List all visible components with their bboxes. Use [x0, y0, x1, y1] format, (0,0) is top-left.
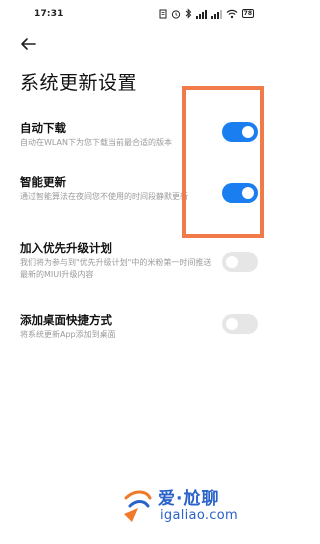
setting-title: 添加桌面快捷方式: [20, 313, 112, 327]
setting-row-priority-upgrade[interactable]: 加入优先升级计划 我们将为参与到"优先升级计划"中的米粉第一时间推送最新的MIU…: [0, 236, 272, 284]
bluetooth-icon: [185, 4, 192, 23]
setting-title: 智能更新: [20, 175, 66, 189]
status-time: 17:31: [34, 9, 64, 19]
signal-icon: [210, 4, 222, 23]
back-arrow-icon[interactable]: [18, 36, 38, 52]
watermark-text: 爱·尬聊: [158, 489, 220, 509]
wifi-icon: [226, 4, 238, 23]
notification-icon: [159, 4, 167, 23]
watermark-url: igaliao.com: [160, 508, 238, 523]
desktop-shortcut-toggle[interactable]: [222, 314, 258, 334]
highlight-box: [182, 86, 264, 238]
page-title: 系统更新设置: [20, 72, 138, 94]
status-bar: 17:31 78: [0, 0, 272, 28]
alarm-icon: [171, 4, 181, 23]
signal-icon: [195, 4, 207, 23]
watermark: 爱·尬聊 igaliao.com: [120, 478, 270, 534]
setting-title: 自动下载: [20, 121, 66, 135]
battery-icon: 78: [241, 8, 254, 18]
setting-description: 将系统更新App添加到桌面: [20, 330, 116, 339]
setting-title: 加入优先升级计划: [20, 241, 112, 255]
priority-upgrade-toggle[interactable]: [222, 252, 258, 272]
toggle-knob: [226, 318, 238, 330]
status-icons: 78: [159, 7, 254, 19]
toggle-knob: [226, 256, 238, 268]
setting-row-desktop-shortcut[interactable]: 添加桌面快捷方式 将系统更新App添加到桌面: [0, 308, 272, 348]
setting-description: 我们将为参与到"优先升级计划"中的米粉第一时间推送最新的MIUI升级内容: [20, 258, 212, 279]
watermark-logo-icon: [124, 490, 152, 522]
